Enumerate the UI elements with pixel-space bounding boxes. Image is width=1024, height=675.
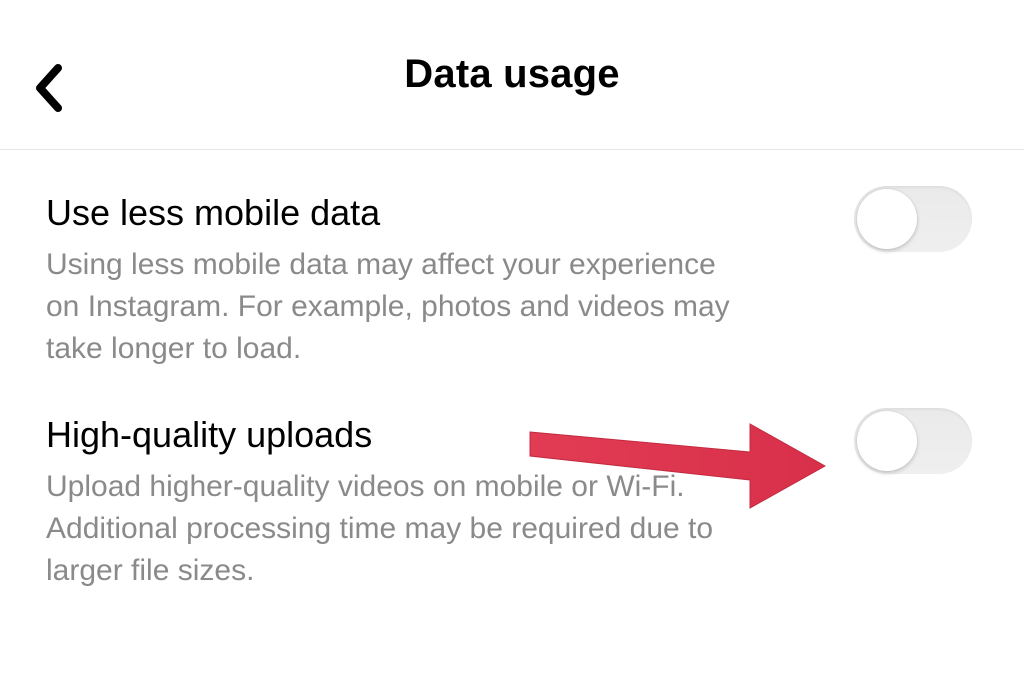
page-title: Data usage [404, 52, 619, 97]
chevron-left-icon [34, 64, 62, 112]
setting-use-less-data: Use less mobile data Using less mobile d… [46, 192, 978, 370]
setting-high-quality-uploads: High-quality uploads Upload higher-quali… [46, 414, 978, 592]
header: Data usage [0, 0, 1024, 150]
setting-description: Upload higher-quality videos on mobile o… [46, 466, 746, 592]
setting-title: High-quality uploads [46, 414, 778, 456]
settings-list: Use less mobile data Using less mobile d… [0, 150, 1024, 592]
back-button[interactable] [24, 58, 72, 118]
setting-description: Using less mobile data may affect your e… [46, 244, 746, 370]
setting-title: Use less mobile data [46, 192, 778, 234]
toggle-high-quality-uploads[interactable] [854, 408, 972, 474]
toggle-use-less-data[interactable] [854, 186, 972, 252]
